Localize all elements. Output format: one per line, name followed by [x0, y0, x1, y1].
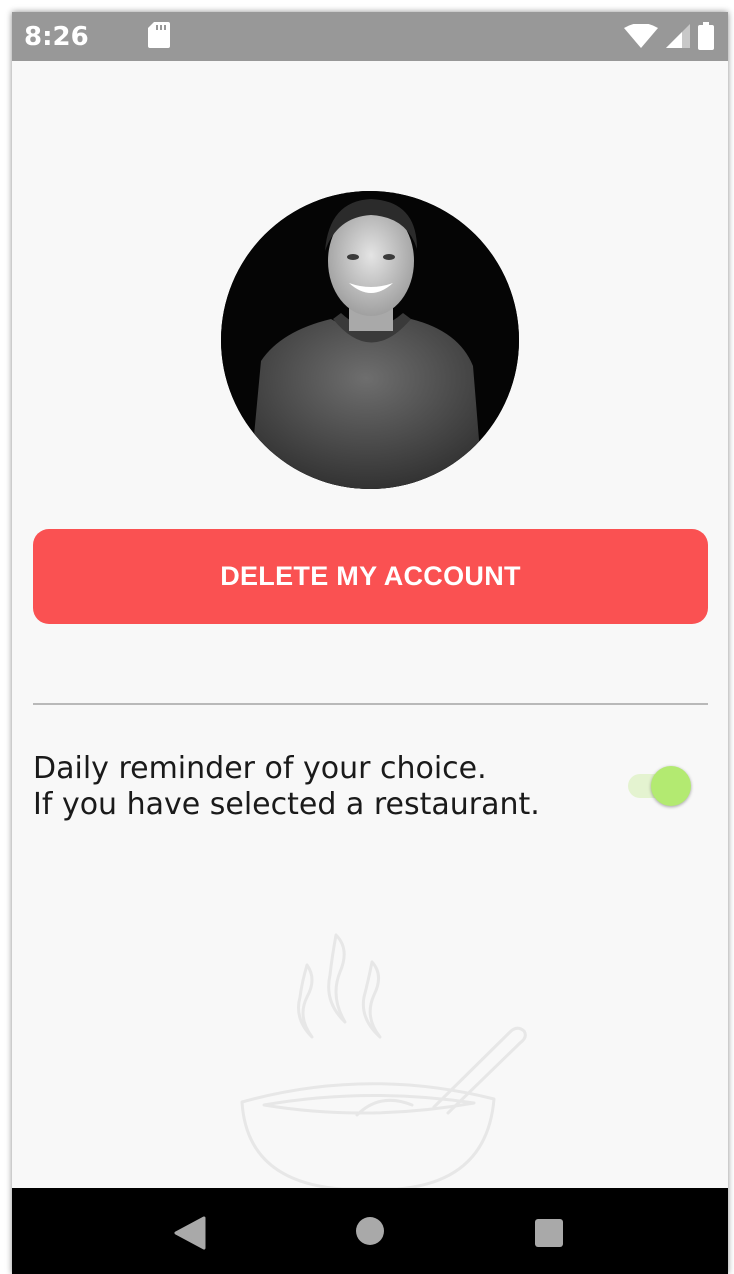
user-photo [221, 191, 519, 489]
navigation-bar [12, 1188, 728, 1274]
daily-reminder-toggle[interactable] [626, 766, 694, 806]
reminder-line-2: If you have selected a restaurant. [33, 787, 540, 822]
toggle-thumb [651, 766, 691, 806]
delete-account-button[interactable]: DELETE MY ACCOUNT [33, 529, 708, 624]
status-bar: 8:26 [12, 12, 728, 61]
status-time: 8:26 [24, 22, 89, 52]
home-icon[interactable] [355, 1216, 385, 1246]
divider [33, 703, 708, 705]
recents-icon[interactable] [534, 1218, 564, 1248]
reminder-line-1: Daily reminder of your choice. [33, 751, 487, 786]
cell-signal-icon [666, 24, 690, 48]
back-icon[interactable] [174, 1216, 206, 1250]
sd-card-icon [148, 22, 170, 48]
profile-avatar [221, 191, 519, 489]
soup-bowl-icon [240, 933, 527, 1191]
reminder-description: Daily reminder of your choice. If you ha… [33, 751, 540, 823]
battery-icon [698, 22, 714, 50]
phone-screen: 8:26 DELETE MY ACCOUNT Daily reminder of… [12, 12, 728, 1274]
wifi-icon [624, 24, 658, 48]
